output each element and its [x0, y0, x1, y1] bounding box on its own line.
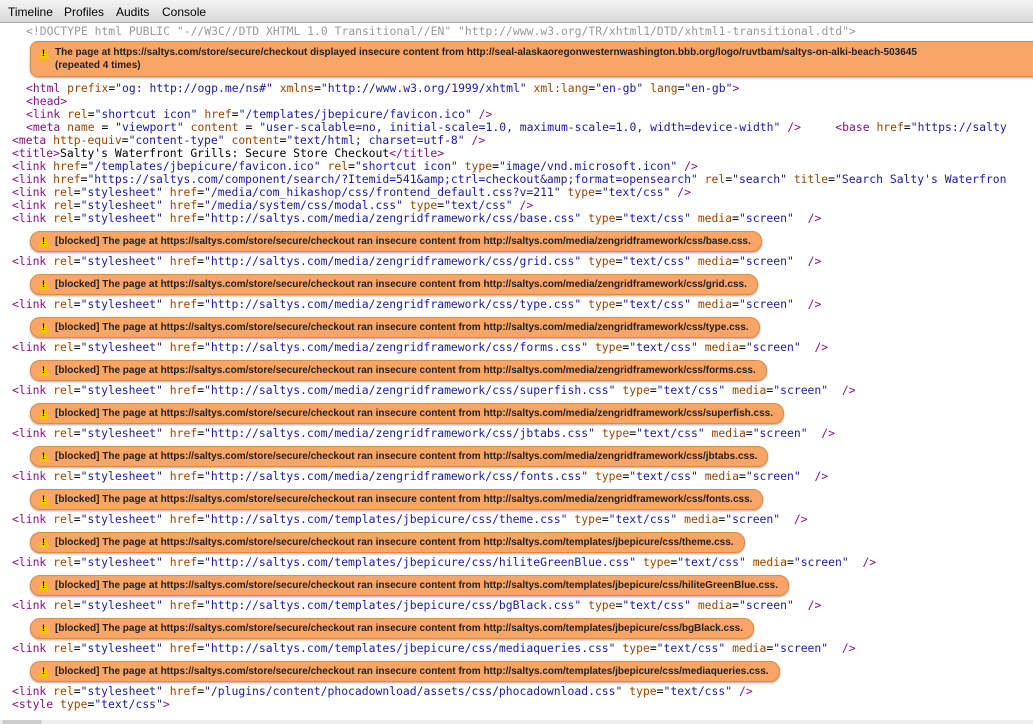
- blocked-content-warning: [blocked] The page at https://saltys.com…: [30, 274, 758, 295]
- insecure-content-warning: The page at https://saltys.com/store/sec…: [30, 41, 1033, 77]
- blocked-content-warning: [blocked] The page at https://saltys.com…: [30, 575, 789, 596]
- source-line: <html prefix="og: http://ogp.me/ns#" xml…: [26, 81, 740, 95]
- warning-icon: [38, 494, 50, 505]
- warning-text: [blocked] The page at https://saltys.com…: [55, 322, 749, 333]
- source-line: <link rel="stylesheet" href="http://salt…: [12, 598, 822, 612]
- blocked-content-warning: [blocked] The page at https://saltys.com…: [30, 360, 767, 381]
- source-line: <link rel="stylesheet" href="http://salt…: [12, 340, 829, 354]
- scrollbar-thumb[interactable]: [2, 720, 42, 724]
- warning-text: [blocked] The page at https://saltys.com…: [55, 623, 743, 634]
- warning-text: [blocked] The page at https://saltys.com…: [55, 537, 734, 548]
- warning-icon: [38, 322, 50, 333]
- warning-text: [blocked] The page at https://saltys.com…: [55, 408, 773, 419]
- devtools-toolbar: Timeline Profiles Audits Console: [0, 0, 1033, 23]
- blocked-content-warning: [blocked] The page at https://saltys.com…: [30, 532, 745, 553]
- warning-icon: [38, 623, 50, 634]
- warning-icon: [38, 537, 50, 548]
- source-line: <link rel="stylesheet" href="http://salt…: [12, 254, 822, 268]
- warning-icon: [38, 451, 50, 462]
- warning-text: [blocked] The page at https://saltys.com…: [55, 451, 758, 462]
- source-line: <link rel="stylesheet" href="http://salt…: [12, 641, 856, 655]
- source-line: <link rel="stylesheet" href="http://salt…: [12, 426, 836, 440]
- warning-text: [blocked] The page at https://saltys.com…: [55, 236, 751, 247]
- source-line: <link rel="stylesheet" href="http://salt…: [12, 211, 822, 225]
- warning-text: [blocked] The page at https://saltys.com…: [55, 365, 756, 376]
- warning-icon: [38, 408, 50, 419]
- warning-text: [blocked] The page at https://saltys.com…: [55, 494, 753, 505]
- doctype-line: <!DOCTYPE html PUBLIC "-//W3C//DTD XHTML…: [26, 24, 856, 38]
- source-line: <link rel="stylesheet" href="http://salt…: [12, 297, 822, 311]
- tab-timeline[interactable]: Timeline: [8, 5, 53, 19]
- source-line: <link rel="stylesheet" href="http://salt…: [12, 555, 877, 569]
- horizontal-scrollbar[interactable]: [0, 720, 1033, 724]
- warning-text: The page at https://saltys.com/store/sec…: [55, 47, 917, 58]
- warning-repeat-count: (repeated 4 times): [55, 60, 141, 71]
- warning-text: [blocked] The page at https://saltys.com…: [55, 666, 769, 677]
- warning-icon: [38, 666, 50, 677]
- blocked-content-warning: [blocked] The page at https://saltys.com…: [30, 661, 780, 682]
- warning-text: [blocked] The page at https://saltys.com…: [55, 580, 778, 591]
- warning-icon: [38, 48, 50, 59]
- blocked-content-warning: [blocked] The page at https://saltys.com…: [30, 231, 762, 252]
- source-line: <link rel="stylesheet" href="http://salt…: [12, 512, 808, 526]
- blocked-content-warning: [blocked] The page at https://saltys.com…: [30, 618, 754, 639]
- warning-icon: [38, 580, 50, 591]
- tab-console[interactable]: Console: [162, 5, 206, 19]
- source-line: <link rel="stylesheet" href="http://salt…: [12, 383, 856, 397]
- source-line: <style type="text/css">: [12, 697, 170, 711]
- blocked-content-warning: [blocked] The page at https://saltys.com…: [30, 403, 784, 424]
- warning-icon: [38, 236, 50, 247]
- tab-profiles[interactable]: Profiles: [64, 5, 104, 19]
- source-line: <link rel="stylesheet" href="http://salt…: [12, 469, 829, 483]
- blocked-content-warning: [blocked] The page at https://saltys.com…: [30, 446, 769, 467]
- warning-icon: [38, 365, 50, 376]
- warning-text: [blocked] The page at https://saltys.com…: [55, 279, 747, 290]
- warning-icon: [38, 279, 50, 290]
- blocked-content-warning: [blocked] The page at https://saltys.com…: [30, 317, 760, 338]
- tab-audits[interactable]: Audits: [116, 5, 149, 19]
- blocked-content-warning: [blocked] The page at https://saltys.com…: [30, 489, 764, 510]
- source-view[interactable]: <!DOCTYPE html PUBLIC "-//W3C//DTD XHTML…: [0, 23, 1033, 724]
